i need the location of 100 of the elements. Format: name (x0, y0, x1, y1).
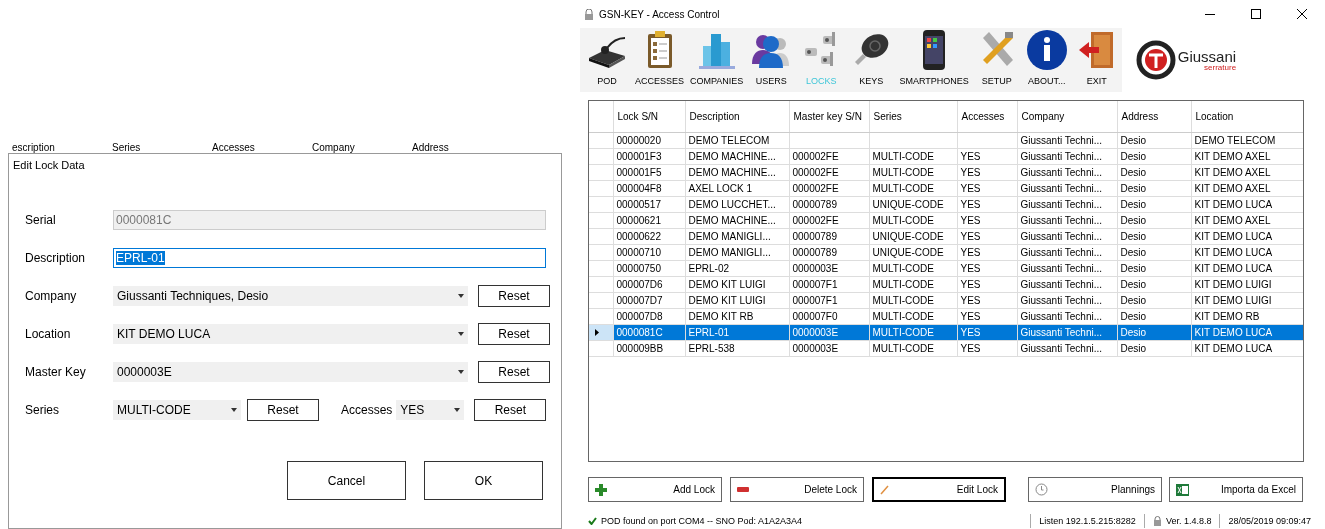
spreadsheet-icon (1176, 483, 1189, 496)
table-cell: Desio (1117, 212, 1191, 229)
table-cell: DEMO MACHINE... (685, 212, 789, 229)
field-label: Serial (25, 213, 57, 227)
column-header: Address (412, 143, 450, 153)
field-label: Location (25, 327, 72, 341)
table-cell: YES (957, 292, 1017, 309)
table-cell: MULTI-CODE (869, 340, 957, 357)
column-header[interactable]: Lock S/N (613, 101, 685, 133)
reset-button[interactable]: Reset (474, 399, 547, 421)
cancel-button[interactable]: Cancel (287, 461, 406, 500)
status-message: POD found on port COM4 -- SNO Pod: A1A2A3A4 (601, 516, 804, 526)
table-cell: YES (957, 212, 1017, 229)
column-header[interactable]: Company (1017, 101, 1117, 133)
table-cell: DEMO MACHINE... (685, 164, 789, 181)
action-button[interactable]: Plannings (1028, 477, 1162, 502)
reset-button[interactable]: Reset (247, 399, 319, 421)
column-header[interactable]: Series (869, 101, 957, 133)
table-cell: DEMO TELECOM (1191, 132, 1303, 149)
pencil-icon (880, 484, 890, 495)
table-cell: MULTI-CODE (869, 148, 957, 165)
table-cell: EPRL-02 (685, 260, 789, 277)
table-cell: MULTI-CODE (869, 180, 957, 197)
table-cell: 0000003E (789, 340, 869, 357)
toolbar-button[interactable]: POD (584, 28, 630, 92)
dropdown-field[interactable]: 0000003E (113, 362, 468, 382)
toolbar-button[interactable]: USERS (748, 28, 795, 92)
dropdown-field[interactable]: Giussanti Techniques, Desio (113, 286, 468, 306)
column-header: Series (112, 143, 142, 153)
table-cell: DEMO MANIGLI... (685, 228, 789, 245)
dropdown-caret-icon (458, 370, 464, 374)
table-cell: KIT DEMO AXEL (1191, 212, 1303, 229)
table-cell: KIT DEMO LUIGI (1191, 276, 1303, 293)
table-cell: Desio (1117, 260, 1191, 277)
table-cell: YES (957, 180, 1017, 197)
table-cell: EPRL-538 (685, 340, 789, 357)
reset-button[interactable]: Reset (478, 361, 550, 383)
table-cell: 000001F5 (613, 164, 685, 181)
lock-icon (584, 8, 594, 20)
table-cell: Giussanti Techni... (1017, 148, 1117, 165)
action-button[interactable]: Edit Lock (872, 477, 1006, 502)
table-cell: Giussanti Techni... (1017, 164, 1117, 181)
table-cell: DEMO KIT LUIGI (685, 292, 789, 309)
table-cell: MULTI-CODE (869, 164, 957, 181)
table-cell: YES (957, 340, 1017, 357)
table-cell: DEMO KIT RB (685, 308, 789, 325)
table-cell: 000001F3 (613, 148, 685, 165)
action-button[interactable]: Delete Lock (730, 477, 864, 502)
toolbar-button[interactable]: COMPANIES (689, 28, 745, 92)
table-cell: Giussanti Techni... (1017, 276, 1117, 293)
table-cell: Desio (1117, 276, 1191, 293)
table-cell: KIT DEMO LUCA (1191, 244, 1303, 261)
column-header[interactable]: Location (1191, 101, 1303, 133)
table-cell: YES (957, 164, 1017, 181)
field-label: Accesses (341, 403, 393, 417)
table-cell: 000007D7 (613, 292, 685, 309)
column-header[interactable]: Description (685, 101, 789, 133)
table-cell: KIT DEMO LUCA (1191, 196, 1303, 213)
action-button[interactable]: Add Lock (588, 477, 722, 502)
table-cell: 00000020 (613, 132, 685, 149)
toolbar-button[interactable]: SETUP (973, 28, 1020, 92)
reset-button[interactable]: Reset (478, 285, 550, 307)
table-cell: Desio (1117, 244, 1191, 261)
table-cell: 000007F1 (789, 276, 869, 293)
table-cell: 000004F8 (613, 180, 685, 197)
minimize-icon[interactable] (1205, 13, 1215, 15)
lock-icon (1152, 516, 1162, 526)
action-button[interactable]: Importa da Excel (1169, 477, 1303, 502)
reset-button[interactable]: Reset (478, 323, 550, 345)
table-cell: Giussanti Techni... (1017, 228, 1117, 245)
ok-button[interactable]: OK (424, 461, 543, 500)
toolbar-button[interactable]: EXIT (1073, 28, 1120, 92)
column-header[interactable]: Accesses (957, 101, 1017, 133)
version-text: Ver. 1.4.8.8 (1165, 516, 1212, 526)
table-cell: Desio (1117, 340, 1191, 357)
column-header[interactable]: Address (1117, 101, 1191, 133)
table-cell: Desio (1117, 196, 1191, 213)
column-header[interactable]: Master key S/N (789, 101, 869, 133)
table-cell: KIT DEMO LUCA (1191, 340, 1303, 357)
toolbar-button[interactable]: KEYS (848, 28, 895, 92)
table-cell: YES (957, 148, 1017, 165)
table-cell: YES (957, 228, 1017, 245)
toolbar-button[interactable]: ACCESSES (634, 28, 686, 92)
toolbar-button[interactable]: ABOUT... (1023, 28, 1070, 92)
dropdown-field[interactable]: KIT DEMO LUCA (113, 324, 468, 344)
table-cell: 0000003E (789, 260, 869, 277)
table-cell: 00000789 (789, 244, 869, 261)
dropdown-field[interactable]: MULTI-CODE (113, 400, 241, 420)
dropdown-field[interactable]: YES (396, 400, 465, 420)
text-field[interactable]: EPRL-01 (113, 248, 546, 268)
table-cell: Desio (1117, 308, 1191, 325)
table-cell: 000007D8 (613, 308, 685, 325)
maximize-icon[interactable] (1251, 9, 1261, 19)
table-cell: KIT DEMO AXEL (1191, 164, 1303, 181)
field-label: Company (25, 289, 78, 303)
dropdown-caret-icon (458, 332, 464, 336)
close-icon[interactable] (1297, 9, 1307, 19)
field-label: Master Key (25, 365, 87, 379)
toolbar-button[interactable]: SMARTPHONES (898, 28, 970, 92)
table-cell: 000007D6 (613, 276, 685, 293)
